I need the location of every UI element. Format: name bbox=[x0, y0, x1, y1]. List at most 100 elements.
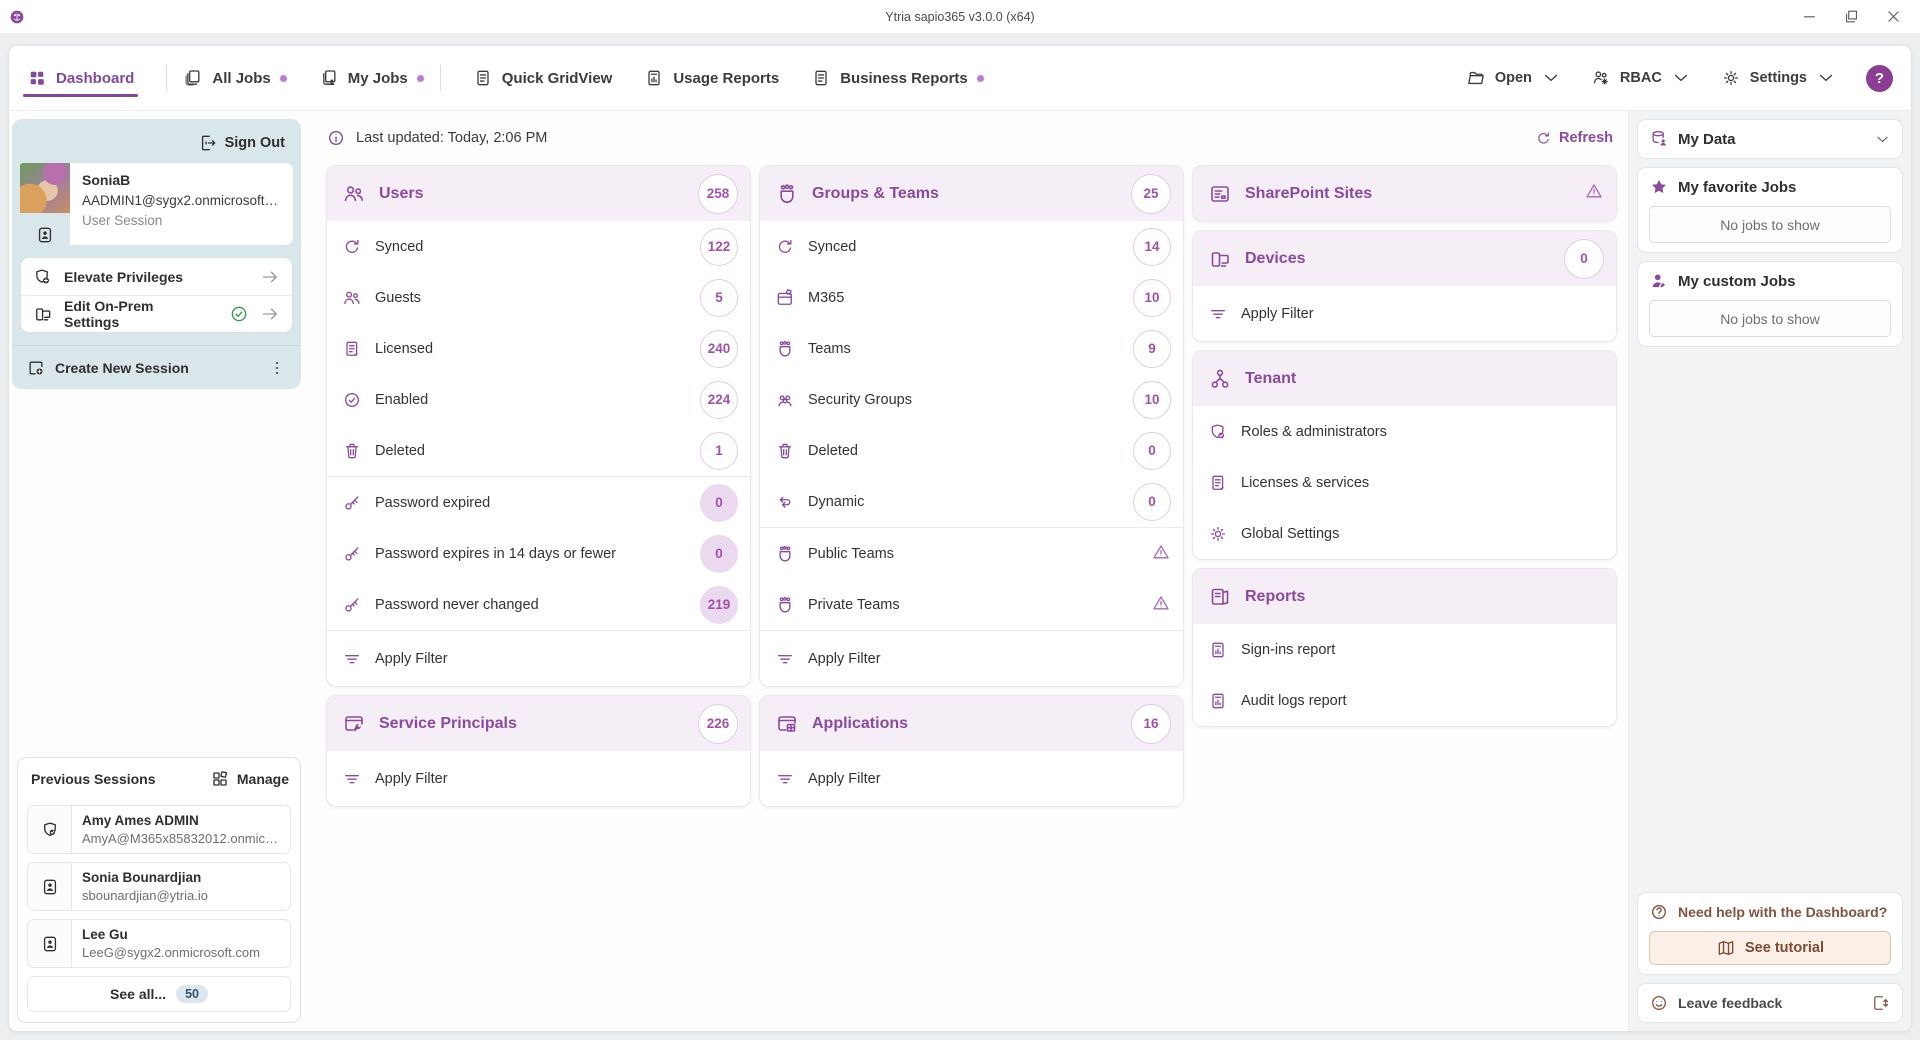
quick-gridview-icon bbox=[473, 68, 493, 88]
stat-label: Private Teams bbox=[808, 597, 900, 613]
chevron-down-icon bbox=[1671, 68, 1691, 88]
chevron-down-icon[interactable] bbox=[1874, 131, 1891, 148]
groups-apply-filter-button[interactable]: Apply Filter bbox=[760, 631, 1183, 686]
previous-session-item[interactable]: Lee Gu LeeG@sygx2.onmicrosoft.com bbox=[27, 919, 291, 968]
reports-card: Reports Sign-ins report Audit logs repor… bbox=[1192, 568, 1617, 727]
warning-icon bbox=[1584, 181, 1604, 206]
minimize-icon[interactable] bbox=[1792, 4, 1826, 30]
open-menu-button[interactable]: Open bbox=[1466, 68, 1561, 88]
tab-business-reports[interactable]: Business Reports bbox=[807, 46, 988, 110]
my-data-icon bbox=[1649, 129, 1669, 149]
all-jobs-icon bbox=[183, 68, 203, 88]
stat-label: Public Teams bbox=[808, 546, 894, 562]
filter-icon bbox=[342, 769, 362, 789]
expand-panel-icon[interactable] bbox=[1871, 993, 1891, 1013]
stat-row-licensed[interactable]: Licensed 240 bbox=[327, 323, 750, 374]
question-circle-icon bbox=[1649, 902, 1669, 922]
my-data-header-card[interactable]: My Data bbox=[1637, 119, 1903, 159]
apply-filter-label: Apply Filter bbox=[808, 771, 881, 787]
create-new-session-button[interactable]: Create New Session bbox=[12, 345, 301, 389]
applications-card-header[interactable]: Applications 16 bbox=[760, 696, 1183, 751]
leave-feedback-card[interactable]: Leave feedback bbox=[1637, 983, 1903, 1023]
stat-row-security-groups[interactable]: Security Groups 10 bbox=[760, 374, 1183, 425]
rbac-menu-button[interactable]: RBAC bbox=[1591, 68, 1691, 88]
stat-row-password-never-changed[interactable]: Password never changed 219 bbox=[327, 579, 750, 630]
tenant-row-licenses-services[interactable]: Licenses & services bbox=[1193, 457, 1616, 508]
edit-onprem-label: Edit On-Prem Settings bbox=[64, 298, 207, 330]
help-button[interactable]: ? bbox=[1866, 65, 1893, 92]
tenant-link-label: Licenses & services bbox=[1241, 475, 1369, 491]
tenant-link-label: Global Settings bbox=[1241, 526, 1339, 542]
reports-row-audit-logs[interactable]: Audit logs report bbox=[1193, 675, 1616, 726]
tenant-card-header[interactable]: Tenant bbox=[1193, 351, 1616, 406]
stat-row-m365[interactable]: M365 10 bbox=[760, 272, 1183, 323]
top-navbar: Dashboard All Jobs My Jobs Quick GridVie… bbox=[9, 46, 1911, 111]
favorite-jobs-title: My favorite Jobs bbox=[1678, 179, 1796, 196]
stat-count-badge: 240 bbox=[700, 330, 738, 368]
devices-apply-filter-button[interactable]: Apply Filter bbox=[1193, 286, 1616, 341]
refresh-button[interactable]: Refresh bbox=[1535, 130, 1613, 147]
stat-row-password-expires-soon[interactable]: Password expires in 14 days or fewer 0 bbox=[327, 528, 750, 579]
stat-count-badge: 0 bbox=[1133, 432, 1171, 470]
stat-row-dynamic[interactable]: Dynamic 0 bbox=[760, 476, 1183, 527]
licensed-icon bbox=[342, 339, 362, 359]
deleted-icon bbox=[775, 441, 795, 461]
stat-row-private-teams[interactable]: Private Teams bbox=[760, 579, 1183, 630]
rbac-label: RBAC bbox=[1620, 70, 1662, 86]
elevate-privileges-button[interactable]: Elevate Privileges bbox=[21, 258, 292, 295]
tab-usage-reports[interactable]: Usage Reports bbox=[640, 46, 783, 110]
stat-row-password-expired[interactable]: Password expired 0 bbox=[327, 477, 750, 528]
user-email: AADMIN1@sygx2.onmicrosoft.com bbox=[82, 193, 281, 208]
tab-all-jobs[interactable]: All Jobs bbox=[179, 46, 290, 110]
stat-row-public-teams[interactable]: Public Teams bbox=[760, 528, 1183, 579]
users-card-header[interactable]: Users 258 bbox=[327, 166, 750, 221]
user-name: SoniaB bbox=[82, 172, 281, 188]
service-principals-card-header[interactable]: Service Principals 226 bbox=[327, 696, 750, 751]
stat-label: Dynamic bbox=[808, 494, 864, 510]
teams-icon bbox=[775, 595, 795, 615]
apply-filter-label: Apply Filter bbox=[375, 651, 448, 667]
arrow-right-icon bbox=[260, 304, 280, 324]
stat-row-enabled[interactable]: Enabled 224 bbox=[327, 374, 750, 425]
settings-menu-button[interactable]: Settings bbox=[1721, 68, 1836, 88]
users-apply-filter-button[interactable]: Apply Filter bbox=[327, 631, 750, 686]
session-email: LeeG@sygx2.onmicrosoft.com bbox=[82, 945, 260, 960]
business-reports-icon bbox=[811, 68, 831, 88]
previous-session-item[interactable]: Sonia Bounardjian sbounardjian@ytria.io bbox=[27, 862, 291, 911]
stat-row-guests[interactable]: Guests 5 bbox=[327, 272, 750, 323]
stat-row-synced[interactable]: Synced 14 bbox=[760, 221, 1183, 272]
stat-count-badge: 1 bbox=[700, 432, 738, 470]
card-title: Applications bbox=[812, 715, 908, 733]
edit-onprem-settings-button[interactable]: Edit On-Prem Settings bbox=[21, 295, 292, 332]
service-principals-apply-filter-button[interactable]: Apply Filter bbox=[327, 751, 750, 806]
tenant-row-global-settings[interactable]: Global Settings bbox=[1193, 508, 1616, 559]
info-icon[interactable] bbox=[326, 128, 346, 148]
see-all-sessions-button[interactable]: See all... 50 bbox=[27, 976, 291, 1012]
stat-row-deleted[interactable]: Deleted 1 bbox=[327, 425, 750, 476]
stat-label: Synced bbox=[375, 239, 423, 255]
stat-row-synced[interactable]: Synced 122 bbox=[327, 221, 750, 272]
reports-card-header[interactable]: Reports bbox=[1193, 569, 1616, 624]
see-tutorial-button[interactable]: See tutorial bbox=[1649, 931, 1891, 965]
kebab-menu-icon[interactable] bbox=[267, 358, 287, 378]
reports-row-sign-ins[interactable]: Sign-ins report bbox=[1193, 624, 1616, 675]
restore-icon[interactable] bbox=[1834, 4, 1868, 30]
stat-count-badge: 10 bbox=[1133, 279, 1171, 317]
tab-dashboard[interactable]: Dashboard bbox=[23, 46, 138, 110]
stat-row-deleted[interactable]: Deleted 0 bbox=[760, 425, 1183, 476]
service-principals-icon bbox=[342, 712, 366, 736]
tenant-row-roles-administrators[interactable]: Roles & administrators bbox=[1193, 406, 1616, 457]
stat-row-teams[interactable]: Teams 9 bbox=[760, 323, 1183, 374]
devices-card-header[interactable]: Devices 0 bbox=[1193, 231, 1616, 286]
notification-dot bbox=[977, 75, 984, 82]
previous-session-item[interactable]: Amy Ames ADMIN AmyA@M365x85832012.onmicr… bbox=[27, 805, 291, 854]
groups-teams-card-header[interactable]: Groups & Teams 25 bbox=[760, 166, 1183, 221]
applications-apply-filter-button[interactable]: Apply Filter bbox=[760, 751, 1183, 806]
sign-out-button[interactable]: Sign Out bbox=[20, 129, 293, 163]
manage-sessions-button[interactable]: Manage bbox=[210, 769, 289, 789]
tab-quick-gridview[interactable]: Quick GridView bbox=[469, 46, 617, 110]
notification-dot bbox=[280, 75, 287, 82]
sharepoint-sites-card-header[interactable]: SharePoint Sites bbox=[1193, 166, 1616, 221]
close-icon[interactable] bbox=[1876, 4, 1910, 30]
tab-my-jobs[interactable]: My Jobs bbox=[315, 46, 428, 110]
